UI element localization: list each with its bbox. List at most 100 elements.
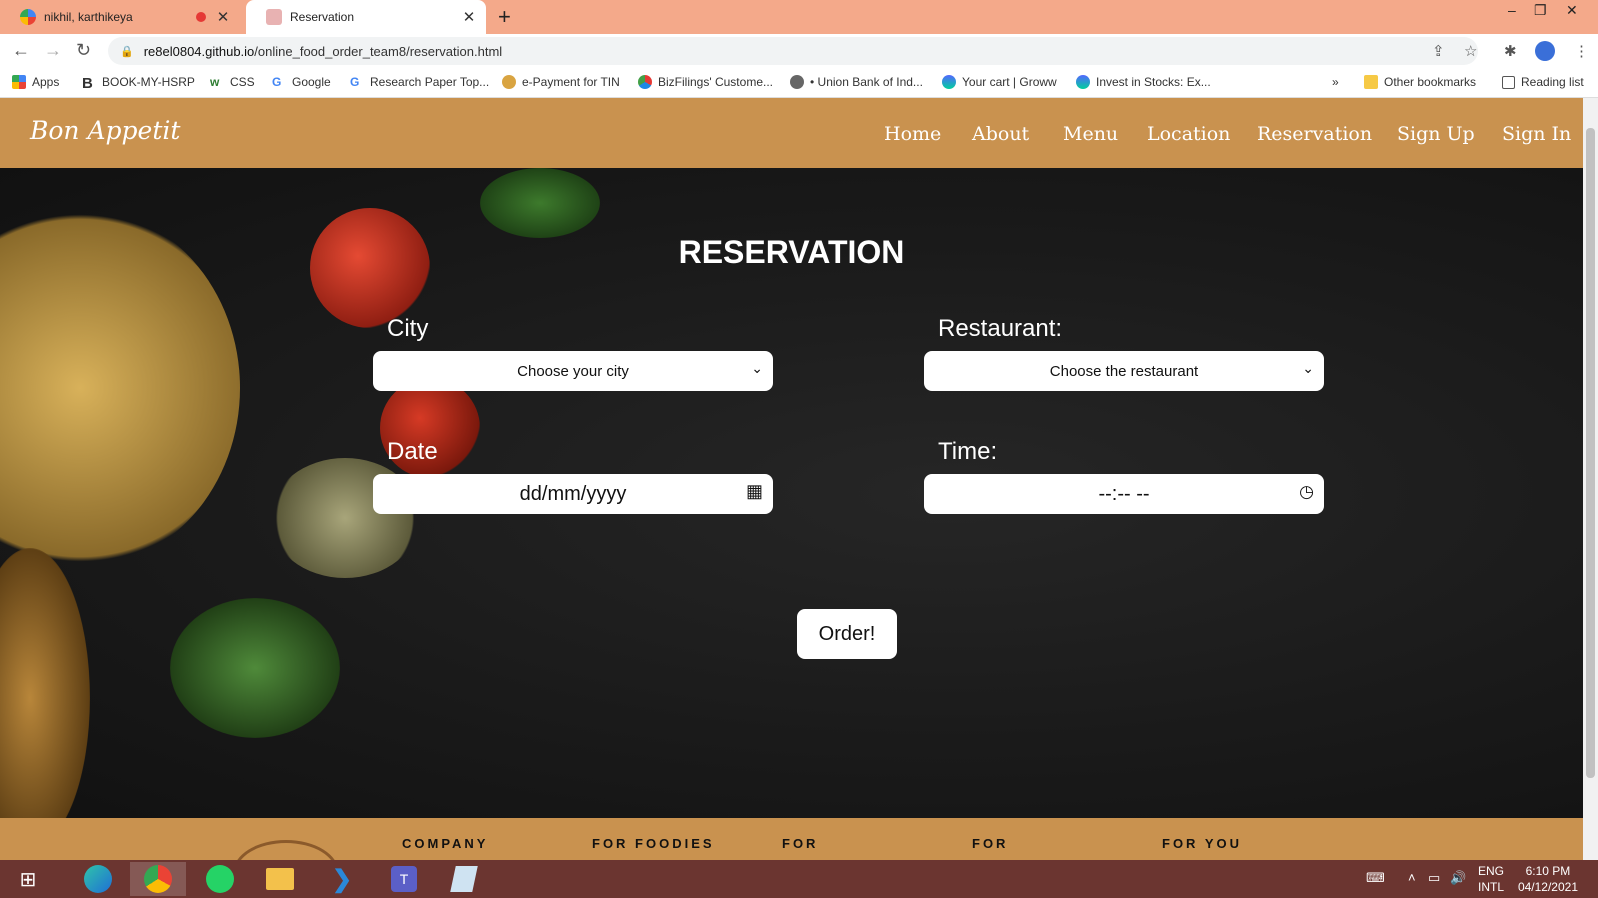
bookmark-tin[interactable]: e-Payment for TIN (502, 75, 620, 89)
clock-icon[interactable]: ◷ (1299, 482, 1314, 502)
groww-icon (1076, 75, 1090, 89)
city-select[interactable]: Choose your city ⌄ (373, 351, 773, 391)
language-indicator[interactable]: ENG INTL (1478, 863, 1504, 895)
page-scrollbar[interactable] (1583, 98, 1598, 860)
forward-icon[interactable]: → (44, 40, 62, 61)
date-input-value: dd/mm/yyyy (519, 482, 627, 505)
date-input[interactable]: dd/mm/yyyy ▦ (373, 474, 773, 514)
windows-taskbar: ⊞ ❯ T ⌨ ˄ ▭ 🔊 ENG INTL 6:10 PM 04/12/202… (0, 860, 1598, 898)
recording-icon (196, 12, 206, 22)
edge-icon[interactable] (70, 862, 126, 896)
reload-icon[interactable]: ↻ (76, 40, 91, 61)
menu-kebab-icon[interactable]: ⋮ (1574, 42, 1589, 60)
bookmarks-bar: Apps B BOOK-MY-HSRP w CSS G Google G Researc… (0, 68, 1598, 98)
site-logo[interactable]: Bon Appetit (30, 116, 180, 145)
bookmark-label: Reading list (1521, 75, 1584, 89)
restore-icon[interactable]: ❐ (1534, 2, 1547, 19)
bookmark-label: CSS (230, 75, 255, 89)
back-icon[interactable]: ← (12, 40, 30, 61)
nav-menu[interactable]: Menu (1063, 123, 1118, 145)
close-tab-icon[interactable]: ✕ (458, 8, 480, 26)
profile-avatar[interactable] (1535, 41, 1555, 61)
system-clock[interactable]: 6:10 PM 04/12/2021 (1518, 863, 1578, 895)
bookmark-label: BizFilings' Custome... (658, 75, 773, 89)
nav-location[interactable]: Location (1147, 123, 1230, 145)
bookmark-groww-stocks[interactable]: Invest in Stocks: Ex... (1076, 75, 1211, 89)
bookmark-other[interactable]: Other bookmarks (1364, 75, 1476, 89)
site-favicon-icon (266, 9, 282, 25)
groww-icon (942, 75, 956, 89)
bookmark-apps[interactable]: Apps (12, 75, 59, 89)
tab-title: nikhil, karthikeya (44, 10, 133, 24)
tab-reservation[interactable]: Reservation ✕ (246, 0, 486, 34)
time-input[interactable]: --:-- -- ◷ (924, 474, 1324, 514)
nav-sign-up[interactable]: Sign Up (1397, 123, 1475, 145)
show-hidden-icons-icon[interactable]: ˄ (1408, 870, 1416, 885)
site-footer: COMPANY FOR FOODIES FOR FOR FOR YOU (0, 818, 1583, 860)
close-tab-icon[interactable]: ✕ (212, 8, 234, 26)
clock-time: 6:10 PM (1525, 864, 1571, 878)
url-text: re8el0804.github.io/online_food_order_te… (144, 44, 502, 59)
address-bar-row: ← → ↻ 🔒 re8el0804.github.io/online_food_… (0, 34, 1598, 68)
nav-home[interactable]: Home (884, 123, 941, 145)
calendar-icon[interactable]: ▦ (746, 481, 763, 502)
bookmark-groww-cart[interactable]: Your cart | Groww (942, 75, 1057, 89)
bookmark-star-icon[interactable]: ☆ (1464, 42, 1477, 60)
bookmark-union-bank[interactable]: • Union Bank of Ind... (790, 75, 923, 89)
google-icon: G (350, 75, 360, 89)
bookmark-label: e-Payment for TIN (522, 75, 620, 89)
restaurant-select[interactable]: Choose the restaurant ⌄ (924, 351, 1324, 391)
bookmark-css[interactable]: w CSS (210, 75, 255, 89)
date-label: Date (387, 438, 438, 465)
order-button[interactable]: Order! (797, 609, 897, 659)
basil-leaf-image (170, 598, 340, 738)
reservation-hero: RESERVATION City Choose your city ⌄ Rest… (0, 168, 1583, 818)
new-tab-icon[interactable]: + (498, 4, 511, 30)
basil-leaf-image (480, 168, 600, 238)
globe-icon (790, 75, 804, 89)
site-navbar: Bon Appetit Home About Menu Location Res… (0, 98, 1583, 168)
nav-reservation[interactable]: Reservation (1257, 123, 1372, 145)
tab-meet[interactable]: nikhil, karthikeya ✕ (0, 0, 240, 34)
minimize-icon[interactable]: – (1508, 2, 1516, 18)
time-label: Time: (938, 438, 998, 465)
close-window-icon[interactable]: ✕ (1566, 2, 1578, 19)
keyboard-icon[interactable]: ⌨ (1366, 870, 1385, 886)
chevron-down-icon: ⌄ (751, 360, 763, 376)
bookmark-hsrp[interactable]: B BOOK-MY-HSRP (82, 75, 195, 92)
bookmark-label: Your cart | Groww (962, 75, 1057, 89)
reading-list[interactable]: Reading list (1502, 75, 1584, 89)
teams-icon[interactable]: T (376, 862, 432, 896)
w3schools-icon: w (210, 75, 220, 89)
nav-about[interactable]: About (972, 123, 1029, 145)
url-path: /online_food_order_team8/reservation.htm… (254, 43, 503, 59)
restaurant-select-value: Choose the restaurant (1049, 362, 1199, 380)
bookmark-bizfilings[interactable]: BizFilings' Custome... (638, 75, 773, 89)
file-explorer-icon[interactable] (252, 862, 308, 896)
footer-enterprises-heading: FOR (972, 836, 1009, 851)
windows-start-icon[interactable]: ⊞ (0, 862, 56, 896)
bookmark-label: Apps (32, 75, 60, 89)
bookmark-label: BOOK-MY-HSRP (102, 75, 195, 89)
volume-icon[interactable]: 🔊 (1450, 870, 1466, 886)
clock-date: 04/12/2021 (1517, 880, 1578, 894)
scrollbar-thumb[interactable] (1586, 128, 1595, 778)
folder-icon (1364, 75, 1378, 89)
page-title: RESERVATION (678, 234, 905, 270)
bookmark-research[interactable]: G Research Paper Top... (350, 75, 489, 89)
network-icon[interactable]: ▭ (1428, 870, 1440, 886)
share-icon[interactable]: ⇪ (1432, 42, 1445, 60)
bookmarks-more-button[interactable]: » (1332, 75, 1339, 89)
bookmark-google[interactable]: G Google (272, 75, 331, 89)
extensions-icon[interactable]: ✱ (1504, 42, 1517, 60)
vscode-icon[interactable]: ❯ (314, 862, 370, 896)
footer-company-heading: COMPANY (402, 836, 489, 851)
nav-sign-in[interactable]: Sign In (1502, 123, 1571, 145)
notepad-icon[interactable] (436, 862, 492, 896)
url-field[interactable]: 🔒 re8el0804.github.io/online_food_order_… (108, 37, 1478, 65)
spaghetti-image (0, 548, 90, 818)
chrome-icon[interactable] (130, 862, 186, 896)
footer-foodies-heading: FOR FOODIES (592, 836, 715, 851)
bookmark-label: Other bookmarks (1384, 75, 1477, 89)
whatsapp-icon[interactable] (192, 862, 248, 896)
